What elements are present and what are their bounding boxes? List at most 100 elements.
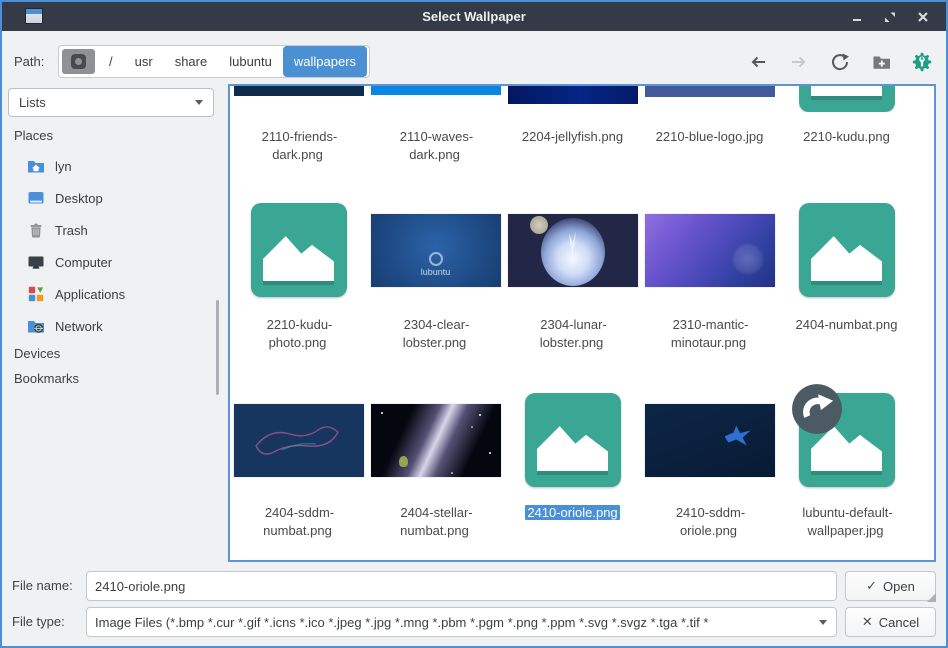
sidebar-item-label: Network <box>55 319 103 334</box>
file-name-field-label: File name: <box>12 571 73 601</box>
file-name-label: 2210-blue-logo.jpg <box>641 128 778 146</box>
chevron-down-icon <box>819 620 827 625</box>
breadcrumb-wallpapers[interactable]: wallpapers <box>283 46 367 77</box>
desktop-icon <box>26 188 46 208</box>
view-mode-dropdown[interactable]: Lists <box>8 88 214 117</box>
maximize-button[interactable] <box>881 8 899 26</box>
file-name-label: 2110-friends- dark.png <box>230 128 367 164</box>
file-type-field-label: File type: <box>12 607 65 637</box>
refresh-icon <box>830 52 850 72</box>
file-type-value: Image Files (*.bmp *.cur *.gif *.icns *.… <box>95 615 708 630</box>
sidebar-item-label: Trash <box>55 223 88 238</box>
new-folder-button[interactable] <box>869 50 893 74</box>
close-button[interactable] <box>914 8 932 26</box>
breadcrumb-root[interactable]: / <box>98 46 124 77</box>
trash-icon <box>26 220 46 240</box>
computer-icon <box>26 252 46 272</box>
thumbnail <box>778 200 915 300</box>
file-name-label: 2410-oriole.png <box>504 504 641 522</box>
sidebar-item-network[interactable]: Network <box>8 310 214 342</box>
file-item[interactable]: 2110-friends- dark.png <box>230 86 367 96</box>
file-name-input[interactable] <box>86 571 837 601</box>
file-name-label: 2210-kudu- photo.png <box>230 316 367 352</box>
maximize-icon <box>884 11 896 23</box>
thumbnail <box>230 390 367 490</box>
file-name-label: 2404-stellar- numbat.png <box>367 504 504 540</box>
network-folder-icon <box>26 316 46 336</box>
thumbnail <box>371 86 501 95</box>
sidebar-item-label: Applications <box>55 287 125 302</box>
breadcrumb-lubuntu[interactable]: lubuntu <box>218 46 283 77</box>
file-list-view[interactable]: 2110-friends- dark.png 2110-waves- dark.… <box>228 84 936 562</box>
sidebar-item-desktop[interactable]: Desktop <box>8 182 214 214</box>
symlink-emblem-icon <box>791 383 843 435</box>
select-wallpaper-dialog: Select Wallpaper Path: / usr <box>0 0 948 648</box>
cancel-button[interactable]: ✕ Cancel <box>845 607 936 637</box>
thumbnail <box>641 200 778 300</box>
sidebar-item-label: lyn <box>55 159 72 174</box>
thumbnail <box>504 200 641 300</box>
drive-root-button[interactable] <box>62 49 95 74</box>
gear-wrench-icon <box>910 49 934 75</box>
refresh-button[interactable] <box>828 50 852 74</box>
file-name-label: 2404-sddm- numbat.png <box>230 504 367 540</box>
file-name-label: 2110-waves- dark.png <box>367 128 504 164</box>
close-icon <box>917 11 929 23</box>
new-folder-icon <box>871 52 892 72</box>
size-grip[interactable] <box>927 593 936 602</box>
minimize-button[interactable] <box>848 8 866 26</box>
devices-header: Devices <box>14 346 60 361</box>
sidebar-item-label: Desktop <box>55 191 103 206</box>
forward-arrow-icon <box>789 52 809 72</box>
thumbnail <box>234 86 364 96</box>
thumbnail <box>367 390 504 490</box>
file-item[interactable]: 2210-blue-logo.jpg <box>641 86 778 97</box>
thumbnail <box>778 390 915 490</box>
window-title: Select Wallpaper <box>2 2 946 31</box>
sidebar-scrollbar[interactable] <box>216 300 219 395</box>
thumbnail <box>645 86 775 97</box>
sidebar-item-trash[interactable]: Trash <box>8 214 214 246</box>
file-name-label: 2410-sddm- oriole.png <box>641 504 778 540</box>
drive-icon <box>71 54 86 69</box>
file-name-label: 2210-kudu.png <box>778 128 915 146</box>
lubuntu-tools-button[interactable] <box>910 50 934 74</box>
path-label: Path: <box>14 45 44 78</box>
file-name-label: 2310-mantic- minotaur.png <box>641 316 778 352</box>
file-name-label: lubuntu-default- wallpaper.jpg <box>778 504 915 540</box>
file-item[interactable]: 2110-waves- dark.png <box>367 86 504 95</box>
file-item[interactable]: 2204-jellyfish.png <box>504 86 641 104</box>
back-button[interactable] <box>746 50 770 74</box>
bookmarks-header: Bookmarks <box>14 371 79 386</box>
home-folder-icon <box>26 156 46 176</box>
file-name-label: 2404-numbat.png <box>778 316 915 334</box>
thumbnail <box>504 390 641 490</box>
view-mode-value: Lists <box>19 95 46 110</box>
breadcrumb-share[interactable]: share <box>164 46 219 77</box>
file-item[interactable]: 2210-kudu.png <box>778 86 915 112</box>
sidebar-item-computer[interactable]: Computer <box>8 246 214 278</box>
thumbnail <box>799 86 895 112</box>
thumbnail <box>508 86 638 104</box>
file-name-label: 2204-jellyfish.png <box>504 128 641 146</box>
thumbnail: lubuntu <box>367 200 504 300</box>
sidebar-item-lyn[interactable]: lyn <box>8 150 214 182</box>
chevron-down-icon <box>195 100 203 105</box>
file-name-label: 2304-clear- lobster.png <box>367 316 504 352</box>
titlebar[interactable]: Select Wallpaper <box>2 2 946 31</box>
file-type-dropdown[interactable]: Image Files (*.bmp *.cur *.gif *.icns *.… <box>86 607 837 637</box>
x-icon: ✕ <box>862 614 873 630</box>
file-name-label: 2304-lunar- lobster.png <box>504 316 641 352</box>
open-button[interactable]: ✓ Open <box>845 571 936 601</box>
applications-icon <box>26 284 46 304</box>
breadcrumb: / usr share lubuntu wallpapers <box>58 45 370 78</box>
thumbnail <box>230 200 367 300</box>
back-arrow-icon <box>748 52 768 72</box>
places-header: Places <box>14 128 53 143</box>
minimize-icon <box>851 11 863 23</box>
breadcrumb-usr[interactable]: usr <box>124 46 164 77</box>
check-icon: ✓ <box>866 578 877 594</box>
forward-button[interactable] <box>787 50 811 74</box>
sidebar-item-applications[interactable]: Applications <box>8 278 214 310</box>
sidebar-item-label: Computer <box>55 255 112 270</box>
